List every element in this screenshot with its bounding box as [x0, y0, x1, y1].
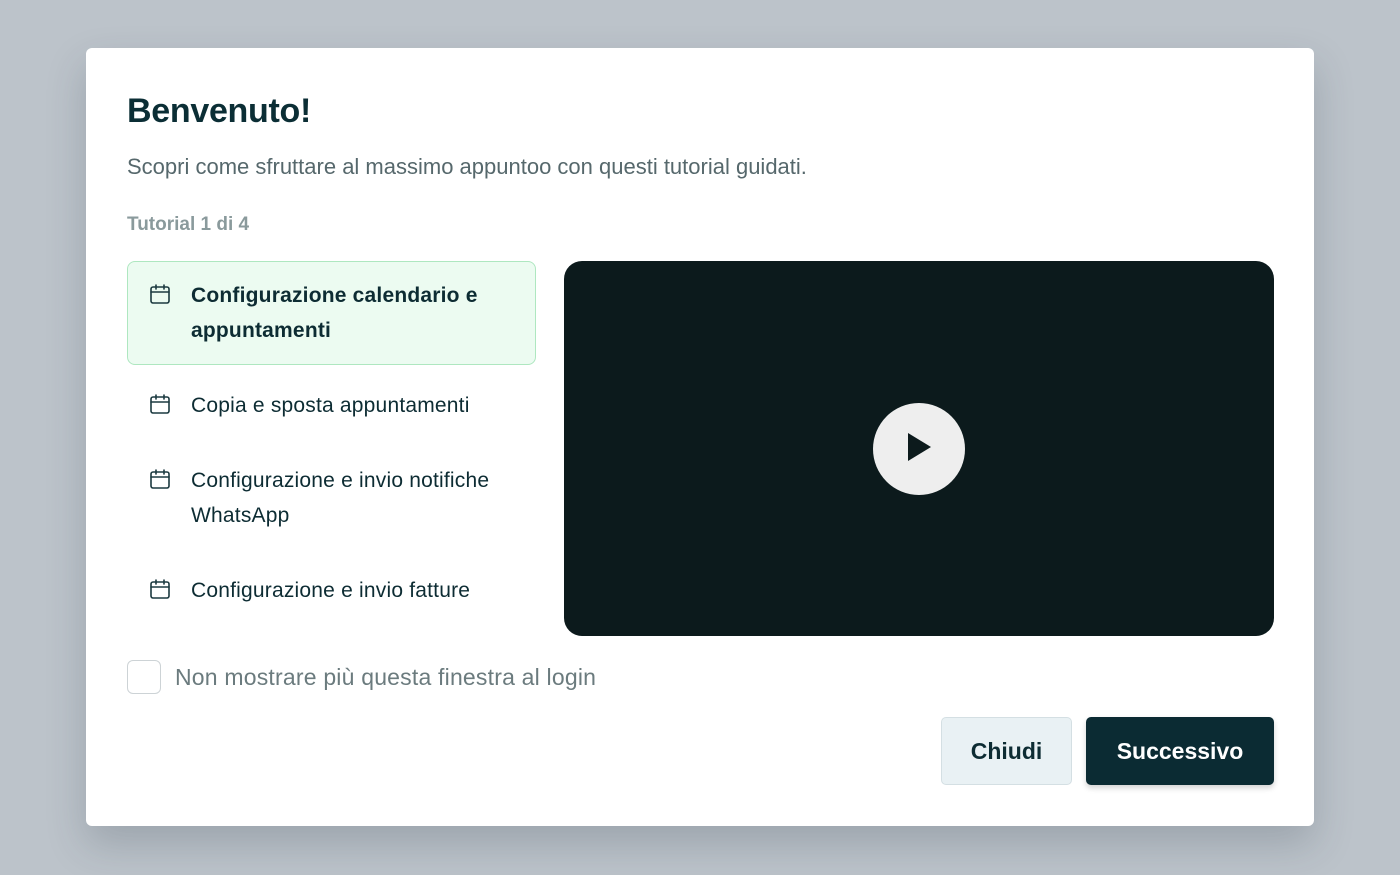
tutorial-item-calendar-setup[interactable]: Configurazione calendario e appuntamenti — [127, 261, 536, 365]
tutorial-item-invoices[interactable]: Configurazione e invio fatture — [127, 556, 536, 625]
calendar-icon — [148, 467, 172, 491]
tutorial-item-label: Configurazione e invio notifiche WhatsAp… — [191, 469, 490, 527]
video-player[interactable] — [564, 261, 1274, 636]
tutorial-item-copy-move[interactable]: Copia e sposta appuntamenti — [127, 371, 536, 440]
welcome-dialog: Benvenuto! Scopri come sfruttare al mass… — [86, 48, 1314, 826]
tutorial-list: Configurazione calendario e appuntamenti… — [127, 261, 536, 631]
close-button[interactable]: Chiudi — [941, 717, 1072, 785]
tutorial-item-label: Configurazione e invio fatture — [191, 579, 471, 602]
dialog-subtitle: Scopri come sfruttare al massimo appunto… — [127, 154, 807, 179]
tutorial-item-label: Configurazione calendario e appuntamenti — [191, 284, 478, 342]
tutorial-item-label: Copia e sposta appuntamenti — [191, 394, 470, 417]
tutorial-item-whatsapp[interactable]: Configurazione e invio notifiche WhatsAp… — [127, 446, 536, 550]
dialog-title: Benvenuto! — [127, 92, 312, 130]
play-icon — [904, 431, 934, 468]
dont-show-again-label[interactable]: Non mostrare più questa finestra al logi… — [175, 664, 596, 691]
dont-show-again-checkbox[interactable] — [127, 660, 161, 694]
next-button[interactable]: Successivo — [1086, 717, 1274, 785]
tutorial-progress: Tutorial 1 di 4 — [127, 214, 250, 235]
dont-show-again-row[interactable]: Non mostrare più questa finestra al logi… — [127, 660, 596, 694]
play-button[interactable] — [873, 403, 965, 495]
calendar-icon — [148, 577, 172, 601]
calendar-icon — [148, 392, 172, 416]
calendar-icon — [148, 282, 172, 306]
